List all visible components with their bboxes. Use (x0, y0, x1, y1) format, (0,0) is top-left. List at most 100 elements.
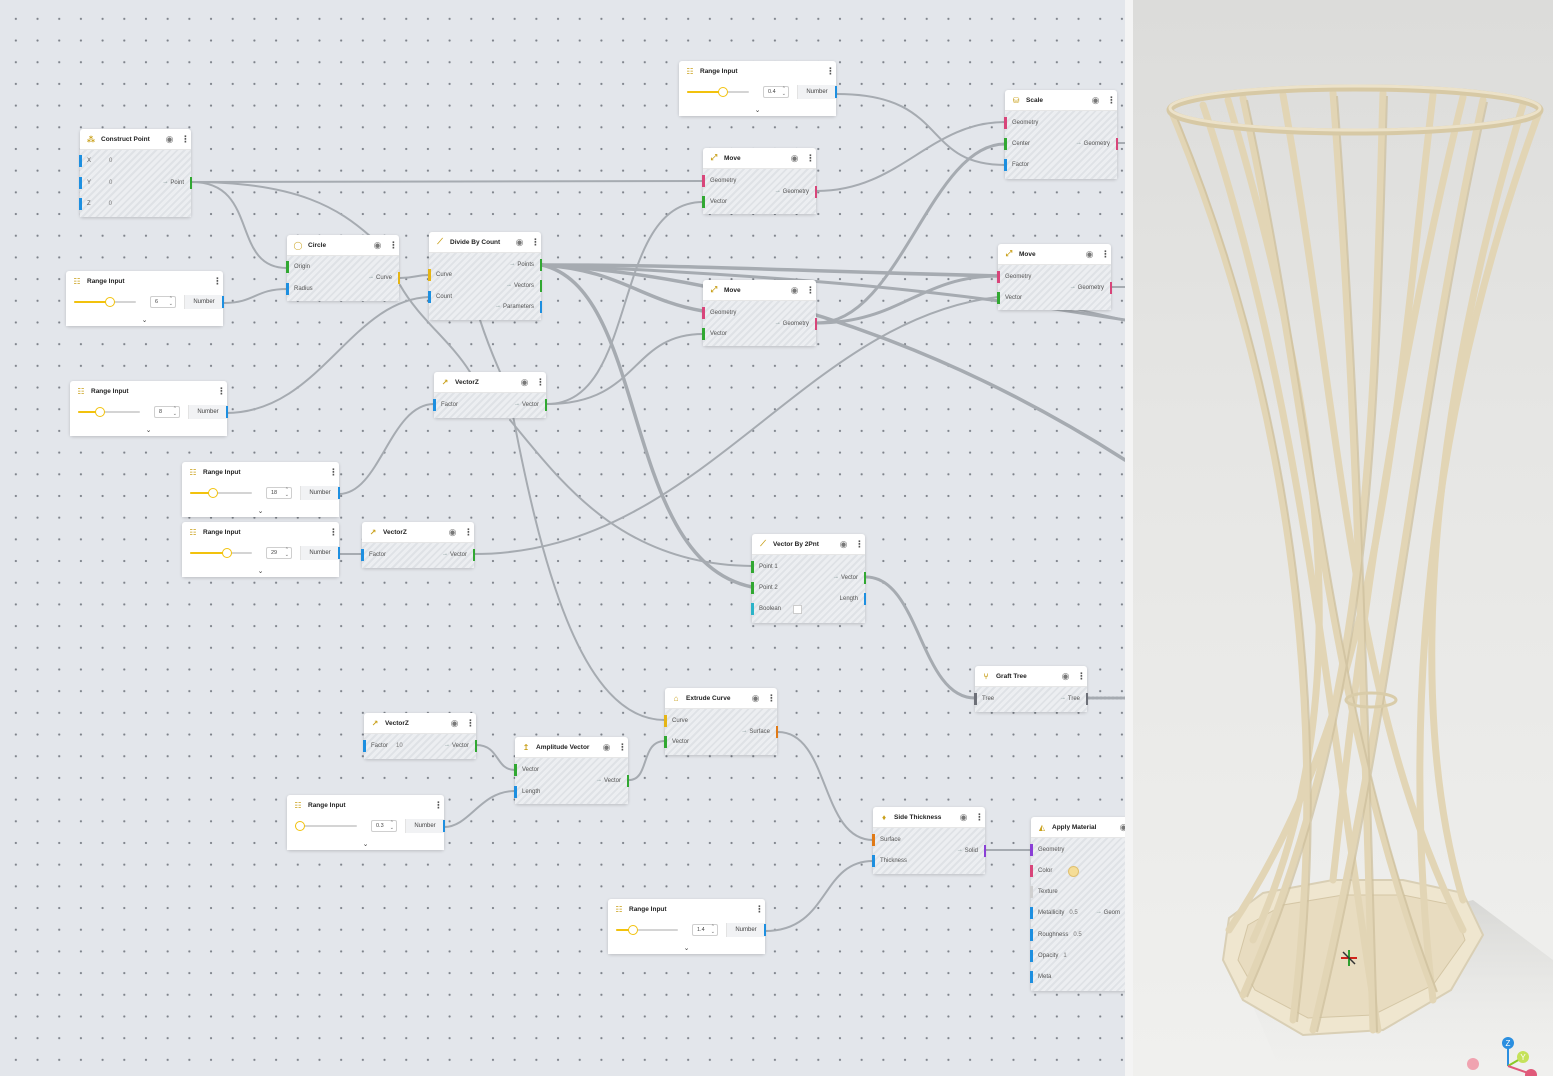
number-field[interactable]: 0.4 ⌃ ⌄ (763, 86, 789, 98)
more-menu-icon[interactable]: ⋮ (1101, 249, 1110, 259)
vectorz-node[interactable]: ↗ VectorZ ◉ ⋮ Factor ⊸ Vector (361, 522, 475, 568)
graft-tree-node[interactable]: ⑂ Graft Tree ◉ ⋮ Tree ⊸ Tree (974, 666, 1088, 712)
input-curve[interactable]: Curve (664, 715, 688, 727)
number-field[interactable]: 29 ⌃ ⌄ (266, 547, 292, 559)
input-x[interactable]: X0 (79, 155, 112, 167)
output-geometry[interactable]: ⊸ Geometry (775, 318, 817, 330)
move-node[interactable]: ⤢ Move ◉ ⋮ Geometry Vector ⊸ Geometry (702, 148, 817, 214)
input-curve[interactable]: Curve (428, 269, 452, 281)
more-menu-icon[interactable]: ⋮ (1077, 671, 1086, 681)
input-factor[interactable]: Factor (361, 549, 386, 561)
vectorz-node[interactable]: ↗ VectorZ ◉ ⋮ Factor 10 ⊸ Vector (363, 713, 477, 759)
output-vector[interactable]: ⊸ Vector (443, 549, 475, 561)
eye-icon[interactable]: ◉ (790, 153, 799, 163)
input-geometry[interactable]: Geometry (1030, 844, 1064, 856)
chevron-down-icon[interactable]: ⌄ (182, 507, 339, 515)
input-vector[interactable]: Vector (664, 736, 689, 748)
output-geometry[interactable]: ⊸ Geometry (1076, 138, 1118, 150)
node-header[interactable]: ⁂ Construct Point ◉ ⋮ (80, 129, 191, 149)
eye-icon[interactable]: ◉ (373, 240, 382, 250)
amplitude-vector-node[interactable]: ↥ Amplitude Vector ◉ ⋮ Vector Length ⊸ Vecto… (514, 737, 629, 804)
chevron-down-icon[interactable]: ⌄ (66, 316, 223, 324)
chevron-down-icon[interactable]: ⌄ (287, 840, 444, 848)
more-menu-icon[interactable]: ⋮ (826, 66, 835, 76)
range-input-node[interactable]: ☷ Range Input ⋮ 1.4 ⌃ ⌄ Number ⌄ (608, 899, 766, 954)
more-menu-icon[interactable]: ⋮ (618, 742, 627, 752)
number-field[interactable]: 18 ⌃ ⌄ (266, 487, 292, 499)
input-vector[interactable]: Vector (997, 292, 1022, 304)
scale-node[interactable]: ⛁ Scale ◉ ⋮ Geometry Center Factor ⊸ Geometr… (1004, 90, 1118, 179)
input-y[interactable]: Y0 (79, 177, 112, 189)
input-point-2[interactable]: Point 2 (751, 582, 778, 594)
eye-icon[interactable]: ◉ (790, 285, 799, 295)
number-field[interactable]: 0.3 ⌃ ⌄ (371, 820, 397, 832)
more-menu-icon[interactable]: ⋮ (217, 386, 226, 396)
more-menu-icon[interactable]: ⋮ (755, 904, 764, 914)
eye-icon[interactable]: ◉ (450, 718, 459, 728)
range-input-node[interactable]: ☷ Range Input ⋮ 29 ⌃ ⌄ Number ⌄ (182, 522, 340, 577)
eye-icon[interactable]: ◉ (959, 812, 968, 822)
range-input-node[interactable]: ☷ Range Input ⋮ 6 ⌃ ⌄ Number ⌄ (66, 271, 224, 326)
input-geometry[interactable]: Geometry (702, 175, 736, 187)
output-number[interactable]: Number (405, 819, 445, 833)
input-tree[interactable]: Tree (974, 693, 994, 705)
number-field[interactable]: 1.4 ⌃ ⌄ (692, 924, 718, 936)
apply-material-node[interactable]: ◭ Apply Material ◉ Geometry Color Texture … (1030, 817, 1125, 991)
input-length[interactable]: Length (514, 786, 540, 798)
input-origin[interactable]: Origin (286, 261, 310, 273)
3d-viewport[interactable]: Z Y (1125, 0, 1553, 1076)
input-vector[interactable]: Vector (702, 328, 727, 340)
output-curve[interactable]: ⊸ Curve (369, 272, 400, 284)
range-input-node[interactable]: ☷ Range Input ⋮ 18 ⌃ ⌄ Number ⌄ (182, 462, 340, 517)
input-geometry[interactable]: Geometry (1004, 117, 1038, 129)
eye-icon[interactable]: ◉ (602, 742, 611, 752)
output-geometry[interactable]: ⊸ Geom (1096, 907, 1125, 919)
input-factor[interactable]: Factor (433, 399, 458, 411)
side-thickness-node[interactable]: ♦ Side Thickness ◉ ⋮ Surface Thickness ⊸ Sol… (872, 807, 986, 874)
input-count[interactable]: Count (428, 291, 452, 303)
output-point[interactable]: ⊸ Point (163, 177, 192, 189)
move-node[interactable]: ⤢ Move ◉ ⋮ Geometry Vector ⊸ Geometry (997, 244, 1112, 310)
output-vector[interactable]: ⊸ Vector (834, 572, 866, 584)
input-geometry[interactable]: Geometry (997, 271, 1031, 283)
input-metallicity[interactable]: Metallicity 0.5 (1030, 907, 1078, 919)
input-point-1[interactable]: Point 1 (751, 561, 778, 573)
output-tree[interactable]: ⊸ Tree (1061, 693, 1088, 705)
chevron-down-icon[interactable]: ⌄ (679, 106, 836, 114)
node-editor-canvas[interactable]: ⁂ Construct Point ◉ ⋮ X0 Y0 Z0 ⊸ Point ☷ R… (0, 0, 1125, 1076)
range-slider[interactable] (74, 296, 136, 307)
more-menu-icon[interactable]: ⋮ (181, 134, 190, 144)
input-opacity[interactable]: Opacity 1 (1030, 950, 1067, 962)
input-color[interactable]: Color (1030, 865, 1080, 877)
input-geometry[interactable]: Geometry (702, 307, 736, 319)
output-number[interactable]: Number (188, 405, 228, 419)
input-radius[interactable]: Radius (286, 283, 313, 295)
eye-icon[interactable]: ◉ (751, 693, 760, 703)
output-vector[interactable]: ⊸ Vector (515, 399, 547, 411)
more-menu-icon[interactable]: ⋮ (531, 237, 540, 247)
construct-point-node[interactable]: ⁂ Construct Point ◉ ⋮ X0 Y0 Z0 ⊸ Point (79, 129, 192, 217)
boolean-checkbox[interactable] (793, 604, 803, 614)
input-meta[interactable]: Meta (1030, 971, 1051, 983)
range-input-node[interactable]: ☷ Range Input ⋮ 0.4 ⌃ ⌄ Number ⌄ (679, 61, 837, 116)
vectorz-node[interactable]: ↗ VectorZ ◉ ⋮ Factor ⊸ Vector (433, 372, 547, 418)
move-node[interactable]: ⤢ Move ◉ ⋮ Geometry Vector ⊸ Geometry (702, 280, 817, 346)
number-field[interactable]: 6 ⌃ ⌄ (150, 296, 176, 308)
more-menu-icon[interactable]: ⋮ (389, 240, 398, 250)
chevron-down-icon[interactable]: ⌄ (70, 426, 227, 434)
circle-node[interactable]: ◯ Circle ◉ ⋮ Origin Radius ⊸ Curve (286, 235, 400, 301)
input-boolean[interactable]: Boolean (751, 603, 803, 615)
range-slider[interactable] (78, 406, 140, 417)
more-menu-icon[interactable]: ⋮ (767, 693, 776, 703)
range-slider[interactable] (190, 487, 252, 498)
output-points[interactable]: ⊸ Points (510, 259, 542, 271)
more-menu-icon[interactable]: ⋮ (213, 276, 222, 286)
input-vector[interactable]: Vector (514, 764, 539, 776)
output-number[interactable]: Number (797, 85, 837, 99)
eye-icon[interactable]: ◉ (515, 237, 524, 247)
more-menu-icon[interactable]: ⋮ (329, 527, 338, 537)
chevron-down-icon[interactable]: ⌄ (608, 944, 765, 952)
eye-icon[interactable]: ◉ (165, 134, 174, 144)
input-texture[interactable]: Texture (1030, 886, 1058, 898)
input-factor[interactable]: Factor 10 (363, 740, 403, 752)
